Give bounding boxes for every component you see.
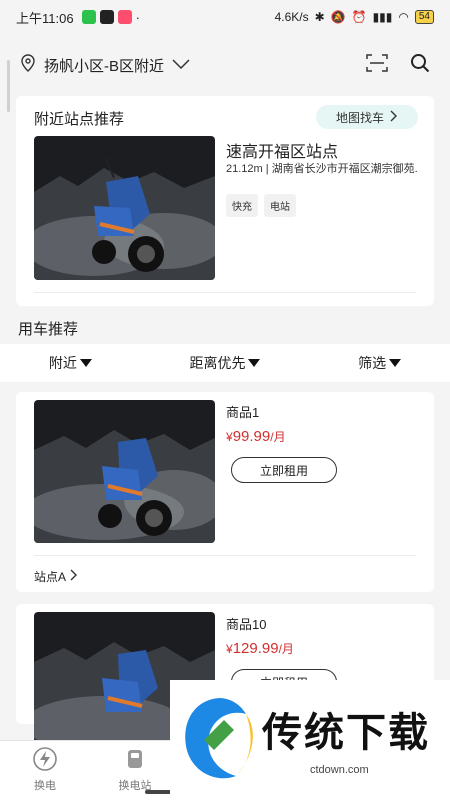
nav-battery-swap[interactable]: 换电 xyxy=(0,741,90,800)
search-icon[interactable] xyxy=(410,53,430,78)
wifi-icon: ◠ xyxy=(398,10,409,24)
alarm-icon: ⏰ xyxy=(351,10,367,24)
section-title: 用车推荐 xyxy=(18,321,79,338)
caret-down-icon xyxy=(248,359,261,367)
app-icon xyxy=(117,10,132,24)
watermark-domain: ctdown.com xyxy=(310,764,369,776)
filter-label: 附近 xyxy=(48,355,77,371)
product-price: ¥129.99/月 xyxy=(226,640,294,657)
filter-label: 距离优先 xyxy=(189,355,246,371)
battery-swap-icon xyxy=(32,746,58,775)
location-text[interactable]: 扬帆小区-B区附近 xyxy=(44,55,164,76)
watermark-text: 传统下载 xyxy=(262,711,430,755)
rent-now-button[interactable]: 立即租用 xyxy=(231,457,337,483)
product-price: ¥99.99/月 xyxy=(226,428,286,445)
map-find-car-button[interactable]: 地图找车 xyxy=(316,105,418,129)
station-label: 站点A xyxy=(34,570,67,584)
chevron-right-icon xyxy=(390,110,398,125)
price-currency: ¥ xyxy=(226,642,233,656)
station-icon xyxy=(122,746,148,775)
station-distance: 21.12m xyxy=(226,163,263,175)
scroll-indicator xyxy=(7,60,10,112)
product-card[interactable]: 商品1 ¥99.99/月 立即租用 站点A xyxy=(16,392,434,592)
divider xyxy=(34,292,416,293)
status-bar: 上午11:06 · 4.6K/s ✱ 🔕 ⏰ ▮▮▮ ◠ 54 xyxy=(0,0,450,34)
filter-bar: 附近 距离优先 筛选 xyxy=(0,344,450,382)
product-name: 商品1 xyxy=(226,405,260,420)
meta-separator: | xyxy=(265,163,269,175)
station-name[interactable]: 速高开福区站点 xyxy=(226,138,338,162)
network-speed: 4.6K/s xyxy=(274,10,309,24)
scan-icon[interactable] xyxy=(366,53,388,78)
nearby-title: 附近站点推荐 xyxy=(34,111,125,128)
price-unit: /月 xyxy=(278,642,294,656)
signal-icon: ▮▮▮ xyxy=(372,10,393,24)
caret-down-icon xyxy=(389,359,402,367)
price-value: 99.99 xyxy=(232,428,271,445)
divider xyxy=(34,555,416,556)
product-photo[interactable] xyxy=(34,400,215,543)
caret-down-icon xyxy=(79,359,92,367)
filter-distance[interactable]: 距离优先 xyxy=(189,353,261,373)
nearby-stations-card: 附近站点推荐 地图找车 速高开福区站点 21.12m | 湖南省长沙市开福区潮宗… xyxy=(16,96,434,306)
douyin-icon xyxy=(99,10,114,24)
chevron-right-icon xyxy=(70,569,78,584)
wechat-icon xyxy=(81,10,96,24)
filter-label: 筛选 xyxy=(358,355,387,371)
watermark-logo xyxy=(185,698,253,779)
filter-nearby[interactable]: 附近 xyxy=(49,353,92,373)
filter-more[interactable]: 筛选 xyxy=(358,353,402,373)
nav-label: 换电 xyxy=(34,780,56,792)
station-address: 湖南省长沙市开福区潮宗御苑. xyxy=(271,163,418,175)
map-button-label: 地图找车 xyxy=(335,110,384,125)
price-currency: ¥ xyxy=(226,430,233,444)
station-meta: 21.12m | 湖南省长沙市开福区潮宗御苑. xyxy=(226,162,422,177)
tag-fast-charge: 快充 xyxy=(226,194,258,217)
location-bar: 扬帆小区-B区附近 xyxy=(0,44,450,86)
watermark: 传统下载 ctdown.com xyxy=(170,680,450,800)
status-right: 4.6K/s ✱ 🔕 ⏰ ▮▮▮ ◠ 54 xyxy=(275,10,434,24)
status-dot: · xyxy=(135,9,140,25)
mute-icon: 🔕 xyxy=(330,10,346,24)
station-tags: 快充 电站 xyxy=(226,194,296,217)
battery-icon: 54 xyxy=(414,10,434,24)
tag-power-station: 电站 xyxy=(264,194,296,217)
product-station-link[interactable]: 站点A xyxy=(34,568,78,585)
bluetooth-icon: ✱ xyxy=(314,10,325,24)
location-pin-icon xyxy=(20,53,36,77)
price-value: 129.99 xyxy=(232,640,279,657)
station-photo[interactable] xyxy=(34,136,215,280)
status-time: 上午11:06 xyxy=(16,10,74,26)
price-unit: /月 xyxy=(270,430,286,444)
chevron-down-icon[interactable] xyxy=(172,56,190,74)
product-name: 商品10 xyxy=(226,617,267,632)
